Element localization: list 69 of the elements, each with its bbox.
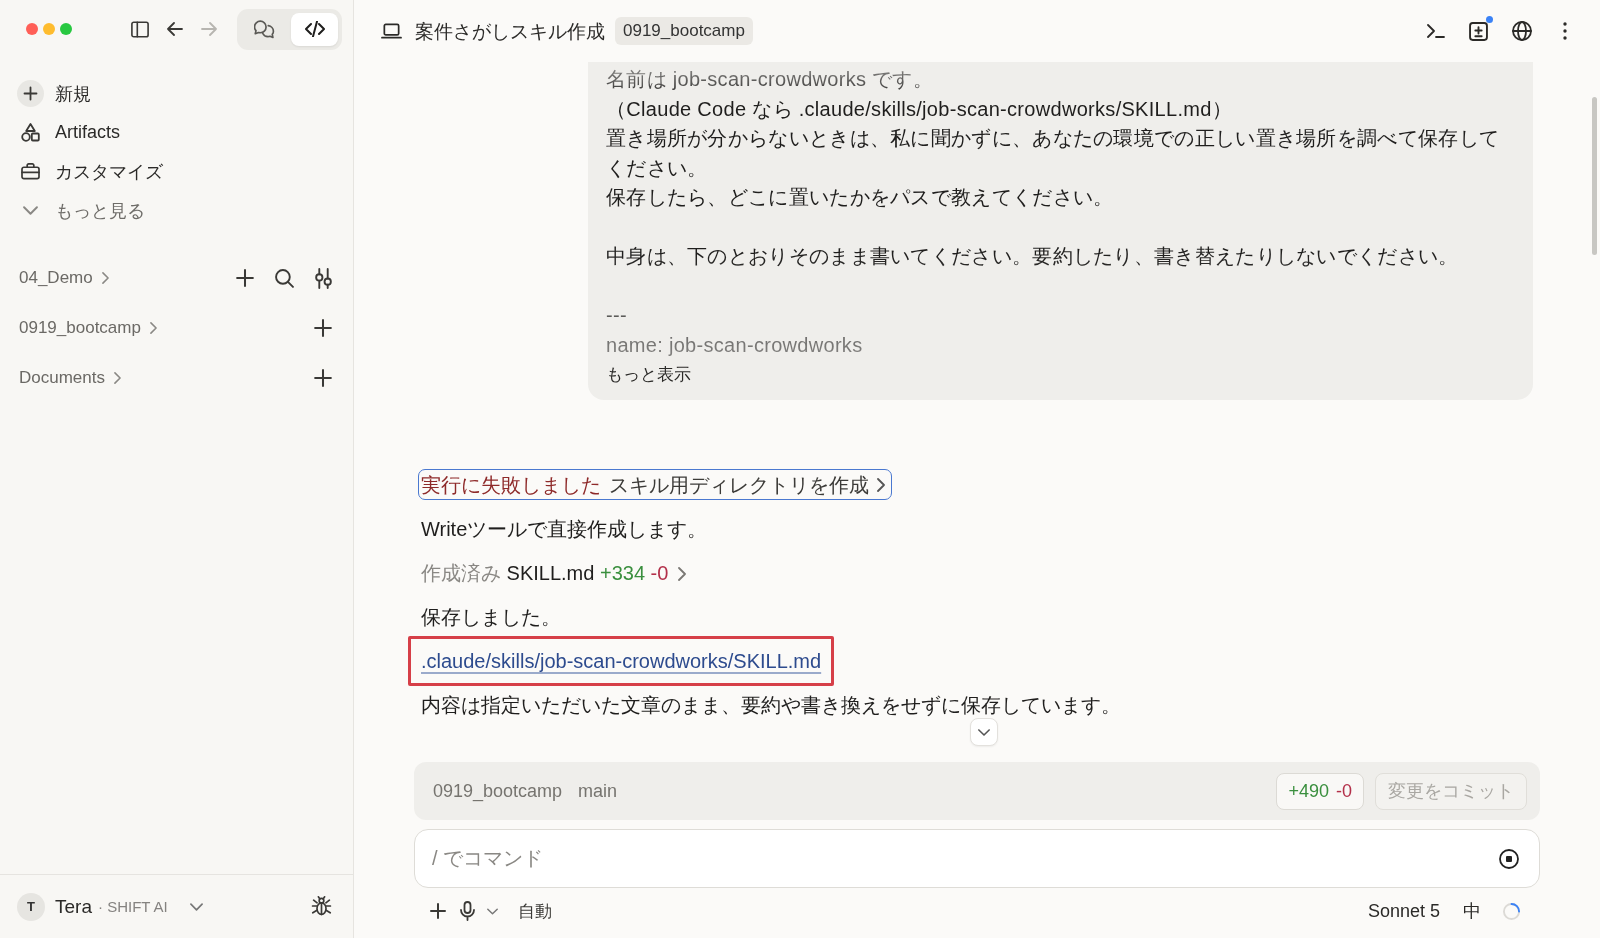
user-name[interactable]: Tera	[55, 895, 92, 918]
sidebar-item[interactable]: カスタマイズ	[17, 152, 163, 191]
chevron-down-icon[interactable]	[189, 902, 203, 911]
terminal-icon[interactable]	[1427, 24, 1445, 38]
show-more-button[interactable]: もっと表示	[606, 362, 691, 388]
sidebar-toggle-icon[interactable]	[131, 20, 149, 38]
globe-icon[interactable]	[1512, 21, 1532, 41]
plus-icon[interactable]	[314, 369, 332, 387]
message-input[interactable]: / でコマンド	[432, 843, 1487, 874]
chat-title: 案件さがしスキル作成	[415, 19, 605, 44]
project-folder[interactable]: 0919_bootcamp	[19, 318, 157, 338]
message-line: 置き場所が分からないときは、私に聞かずに、あなたの環境での正しい置き場所を調べて保存してください。	[606, 126, 1501, 181]
chat-bubbles-icon	[254, 19, 275, 39]
mode-selector[interactable]: 自動	[518, 899, 552, 923]
scrollbar-thumb[interactable]	[1592, 97, 1597, 255]
message-text: 内容は指定いただいた文章のまま、要約や書き換えをせずに保存しています。	[421, 693, 1121, 718]
chevron-right-icon	[101, 272, 109, 284]
plus-icon[interactable]	[430, 903, 446, 919]
chevron-right-icon	[678, 567, 687, 581]
branch-name: main	[578, 780, 618, 802]
spinner-icon	[1503, 902, 1520, 920]
plus-icon	[17, 80, 44, 107]
window-close-icon[interactable]	[26, 23, 38, 35]
message-line: ---	[606, 303, 628, 328]
stop-icon[interactable]	[1499, 848, 1519, 869]
organization-name: · SHIFT AI	[97, 898, 168, 915]
effort-selector[interactable]: 中	[1463, 899, 1481, 923]
repository-name: 0919_bootcamp	[433, 780, 563, 802]
project-tag: 0919_bootcamp	[615, 17, 753, 45]
file-link[interactable]: .claude/skills/job-scan-crowdworks/SKILL.md	[421, 650, 822, 672]
user-avatar[interactable]: T	[17, 892, 45, 921]
more-icon[interactable]	[1563, 22, 1567, 40]
panel-icon[interactable]	[1469, 21, 1488, 41]
chevron-down-icon	[23, 206, 38, 215]
sliders-icon[interactable]	[315, 267, 332, 289]
chevron-down-icon	[978, 728, 990, 736]
message-input-box[interactable]: / でコマンド	[414, 829, 1540, 888]
scroll-down-button[interactable]	[970, 718, 998, 746]
chevron-right-icon	[149, 322, 157, 334]
message-line: （Claude Code なら .claude/skills/job-scan-crowdworks/SKILL.md）	[606, 96, 1233, 122]
project-folder[interactable]: 04_Demo	[19, 268, 109, 288]
chevron-right-icon	[114, 372, 121, 384]
message-text: Writeツールで直接作成します。	[421, 517, 708, 542]
sidebar-item[interactable]: Artifacts	[17, 113, 120, 152]
chevron-down-icon[interactable]	[487, 907, 498, 915]
message-line: 名前は job-scan-crowdworks です。	[606, 67, 935, 92]
shapes-icon	[21, 123, 40, 142]
back-arrow-icon[interactable]	[167, 22, 183, 36]
mode-tab[interactable]	[291, 12, 338, 46]
chevron-right-icon	[877, 477, 885, 492]
code-icon	[304, 21, 325, 37]
message-line: name: job-scan-crowdworks	[606, 332, 864, 358]
message-text: 保存しました。	[421, 605, 561, 630]
diff-summary-button[interactable]: +490 -0	[1276, 772, 1364, 810]
sidebar-item[interactable]: もっと見る	[17, 191, 145, 230]
project-folder[interactable]: Documents	[19, 368, 121, 388]
message-line: 保存したら、どこに置いたかをパスで教えてください。	[606, 185, 1115, 210]
sidebar-item[interactable]: 新規	[17, 74, 91, 113]
laptop-icon	[381, 23, 402, 39]
model-selector[interactable]: Sonnet 5	[1367, 900, 1440, 922]
tool-call-chip[interactable]: 実行に失敗しました スキル用ディレクトリを作成	[418, 469, 892, 500]
search-icon[interactable]	[275, 268, 294, 288]
plus-icon[interactable]	[236, 269, 254, 287]
file-change-row[interactable]: 作成済み SKILL.md +334 -0	[421, 558, 687, 588]
plus-icon[interactable]	[314, 319, 332, 337]
bug-icon[interactable]	[311, 896, 332, 917]
message-line: 中身は、下のとおりそのまま書いてください。要約したり、書き替えたりしないでください。	[606, 244, 1460, 269]
microphone-icon[interactable]	[460, 901, 475, 921]
briefcase-icon	[21, 163, 40, 180]
